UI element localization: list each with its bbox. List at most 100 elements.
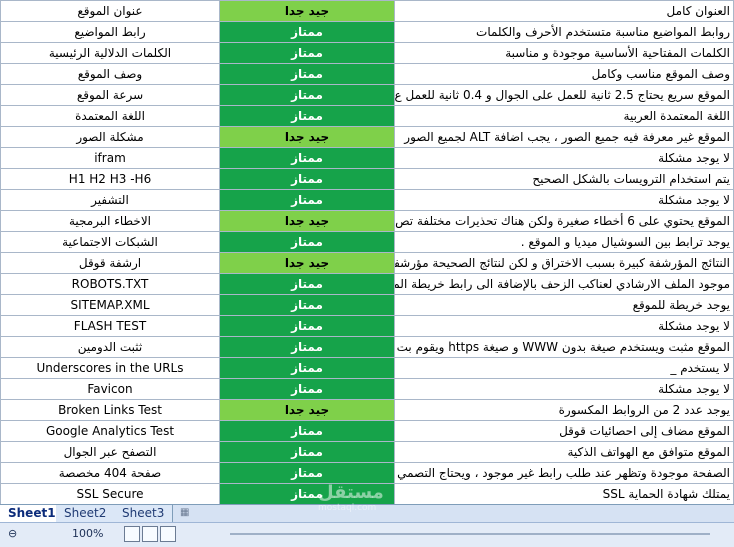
table-row: Favicon ممتاز لا يوجد مشكلة xyxy=(0,378,734,400)
row-note[interactable]: يمتلك شهادة الحماية SSL xyxy=(394,483,734,505)
row-grade[interactable]: ممتاز xyxy=(219,378,395,400)
row-label[interactable]: صفحة 404 مخصصة xyxy=(0,462,220,484)
row-label[interactable]: الشبكات الاجتماعية xyxy=(0,231,220,253)
row-label[interactable]: Underscores in the URLs xyxy=(0,357,220,379)
table-row: ROBOTS.TXT ممتاز موجود الملف الارشادي لعنا… xyxy=(0,273,734,295)
tab-sheet1[interactable]: Sheet1 xyxy=(0,505,65,522)
row-label[interactable]: ifram xyxy=(0,147,220,169)
row-note[interactable]: موجود الملف الارشادي لعناكب الزحف بالإضا… xyxy=(394,273,734,295)
row-note[interactable]: الموقع يحتوي على 6 أخطاء صغيرة ولكن هناك… xyxy=(394,210,734,232)
row-label[interactable]: الكلمات الدلالية الرئيسية xyxy=(0,42,220,64)
table-row: صفحة 404 مخصصة ممتاز الصفحة موجودة وتظهر ع… xyxy=(0,462,734,484)
watermark-line: مستقل xyxy=(318,482,384,503)
row-grade[interactable]: ممتاز xyxy=(219,294,395,316)
table-row: ثثبت الدومين ممتاز الموقع مثبت ويستخدم صيغ… xyxy=(0,336,734,358)
row-grade[interactable]: جيد جدا xyxy=(219,126,395,148)
row-label[interactable]: H1 H2 H3 -H6 xyxy=(0,168,220,190)
normal-view-icon[interactable] xyxy=(124,526,140,542)
row-grade[interactable]: ممتاز xyxy=(219,84,395,106)
page-break-icon[interactable] xyxy=(160,526,176,542)
row-note[interactable]: لا يوجد مشكلة xyxy=(394,315,734,337)
tab-sheet2[interactable]: Sheet2 xyxy=(56,505,116,522)
row-note[interactable]: يوجد عدد 2 من الروابط المكسورة xyxy=(394,399,734,421)
watermark-line: mostaql.com xyxy=(318,503,377,513)
row-grade[interactable]: جيد جدا xyxy=(219,252,395,274)
page-layout-icon[interactable] xyxy=(142,526,158,542)
table-row: ifram ممتاز لا يوجد مشكلة xyxy=(0,147,734,169)
row-grade[interactable]: جيد جدا xyxy=(219,210,395,232)
row-note[interactable]: لا يوجد مشكلة xyxy=(394,189,734,211)
mostaql-watermark: مستقل mostaql.com xyxy=(318,482,398,522)
row-label[interactable]: عنوان الموقع xyxy=(0,0,220,22)
row-grade[interactable]: ممتاز xyxy=(219,336,395,358)
table-row: SITEMAP.XML ممتاز يوجد خريطة للموقع xyxy=(0,294,734,316)
tab-sheet3[interactable]: Sheet3 xyxy=(114,505,174,522)
row-grade[interactable]: ممتاز xyxy=(219,189,395,211)
row-label[interactable]: ارشفة قوقل xyxy=(0,252,220,274)
row-note[interactable]: النتائج المؤرشفة كبيرة بسبب الاختراق و ل… xyxy=(394,252,734,274)
row-label[interactable]: ثثبت الدومين xyxy=(0,336,220,358)
row-label[interactable]: رابط المواضيع xyxy=(0,21,220,43)
row-grade[interactable]: ممتاز xyxy=(219,42,395,64)
row-note[interactable]: وصف الموقع مناسب وكامل xyxy=(394,63,734,85)
row-note[interactable]: لا يوجد مشكلة xyxy=(394,147,734,169)
row-note[interactable]: الصفحة موجودة وتظهر عند طلب رابط غير موج… xyxy=(394,462,734,484)
row-label[interactable]: Google Analytics Test xyxy=(0,420,220,442)
row-grade[interactable]: ممتاز xyxy=(219,105,395,127)
row-note[interactable]: يوجد ترابط بين السوشيال ميديا و الموقع . xyxy=(394,231,734,253)
row-label[interactable]: التشفير xyxy=(0,189,220,211)
table-row: الشبكات الاجتماعية ممتاز يوجد ترابط بين ال… xyxy=(0,231,734,253)
row-grade[interactable]: ممتاز xyxy=(219,273,395,295)
row-label[interactable]: وصف الموقع xyxy=(0,63,220,85)
row-label[interactable]: الاخطاء البرمجية xyxy=(0,210,220,232)
row-note[interactable]: العنوان كامل xyxy=(394,0,734,22)
row-label[interactable]: ROBOTS.TXT xyxy=(0,273,220,295)
row-label[interactable]: SITEMAP.XML xyxy=(0,294,220,316)
row-label[interactable]: Broken Links Test xyxy=(0,399,220,421)
row-note[interactable]: الموقع مثبت ويستخدم صيغة بدون WWW و صيغة… xyxy=(394,336,734,358)
row-note[interactable]: الكلمات المفتاحية الأساسية موجودة و مناس… xyxy=(394,42,734,64)
row-grade[interactable]: ممتاز xyxy=(219,21,395,43)
row-grade[interactable]: جيد جدا xyxy=(219,399,395,421)
zoom-out-icon[interactable]: ⊖ xyxy=(8,527,17,540)
row-label[interactable]: اللغة المعتمدة xyxy=(0,105,220,127)
row-note[interactable]: يتم استخدام الترويسات بالشكل الصحيح xyxy=(394,168,734,190)
row-note[interactable]: اللغة المعتمدة العربية xyxy=(394,105,734,127)
row-note[interactable]: يوجد خريطة للموقع xyxy=(394,294,734,316)
table-row: Underscores in the URLs ممتاز لا يستخدم _ xyxy=(0,357,734,379)
table-row: سرعة الموقع ممتاز الموقع سريع يحتاج 2.5 ثا… xyxy=(0,84,734,106)
row-note[interactable]: الموقع متوافق مع الهواتف الذكية xyxy=(394,441,734,463)
row-label[interactable]: SSL Secure xyxy=(0,483,220,505)
insert-sheet-icon[interactable]: ▦ xyxy=(180,507,194,519)
row-label[interactable]: Favicon xyxy=(0,378,220,400)
zoom-slider[interactable] xyxy=(230,533,710,535)
table-row: عنوان الموقع جيد جدا العنوان كامل xyxy=(0,0,734,22)
row-note[interactable]: روابط المواضيع مناسبة متستخدم الأحرف وال… xyxy=(394,21,734,43)
table-row: رابط المواضيع ممتاز روابط المواضيع مناسبة … xyxy=(0,21,734,43)
row-label[interactable]: سرعة الموقع xyxy=(0,84,220,106)
row-grade[interactable]: ممتاز xyxy=(219,357,395,379)
row-label[interactable]: التصفح عبر الجوال xyxy=(0,441,220,463)
row-grade[interactable]: ممتاز xyxy=(219,231,395,253)
row-note[interactable]: الموقع مضاف إلى احصائيات قوقل xyxy=(394,420,734,442)
row-note[interactable]: الموقع سريع يحتاج 2.5 ثانية للعمل على ال… xyxy=(394,84,734,106)
row-grade[interactable]: ممتاز xyxy=(219,147,395,169)
row-grade[interactable]: ممتاز xyxy=(219,441,395,463)
table-row: ارشفة قوقل جيد جدا النتائج المؤرشفة كبيرة … xyxy=(0,252,734,274)
row-note[interactable]: لا يوجد مشكلة xyxy=(394,378,734,400)
row-note[interactable]: الموقع غير معرفة فيه جميع الصور ، يجب اض… xyxy=(394,126,734,148)
row-note[interactable]: لا يستخدم _ xyxy=(394,357,734,379)
row-label[interactable]: مشكلة الصور xyxy=(0,126,220,148)
row-grade[interactable]: ممتاز xyxy=(219,420,395,442)
table-row: H1 H2 H3 -H6 ممتاز يتم استخدام الترويسات ب… xyxy=(0,168,734,190)
row-label[interactable]: FLASH TEST xyxy=(0,315,220,337)
table-row: Google Analytics Test ممتاز الموقع مضاف إل… xyxy=(0,420,734,442)
table-row: التشفير ممتاز لا يوجد مشكلة xyxy=(0,189,734,211)
row-grade[interactable]: ممتاز xyxy=(219,168,395,190)
row-grade[interactable]: ممتاز xyxy=(219,315,395,337)
row-grade[interactable]: ممتاز xyxy=(219,462,395,484)
table-row: مشكلة الصور جيد جدا الموقع غير معرفة فيه ج… xyxy=(0,126,734,148)
row-grade[interactable]: جيد جدا xyxy=(219,0,395,22)
row-grade[interactable]: ممتاز xyxy=(219,63,395,85)
table-row: التصفح عبر الجوال ممتاز الموقع متوافق مع ا… xyxy=(0,441,734,463)
